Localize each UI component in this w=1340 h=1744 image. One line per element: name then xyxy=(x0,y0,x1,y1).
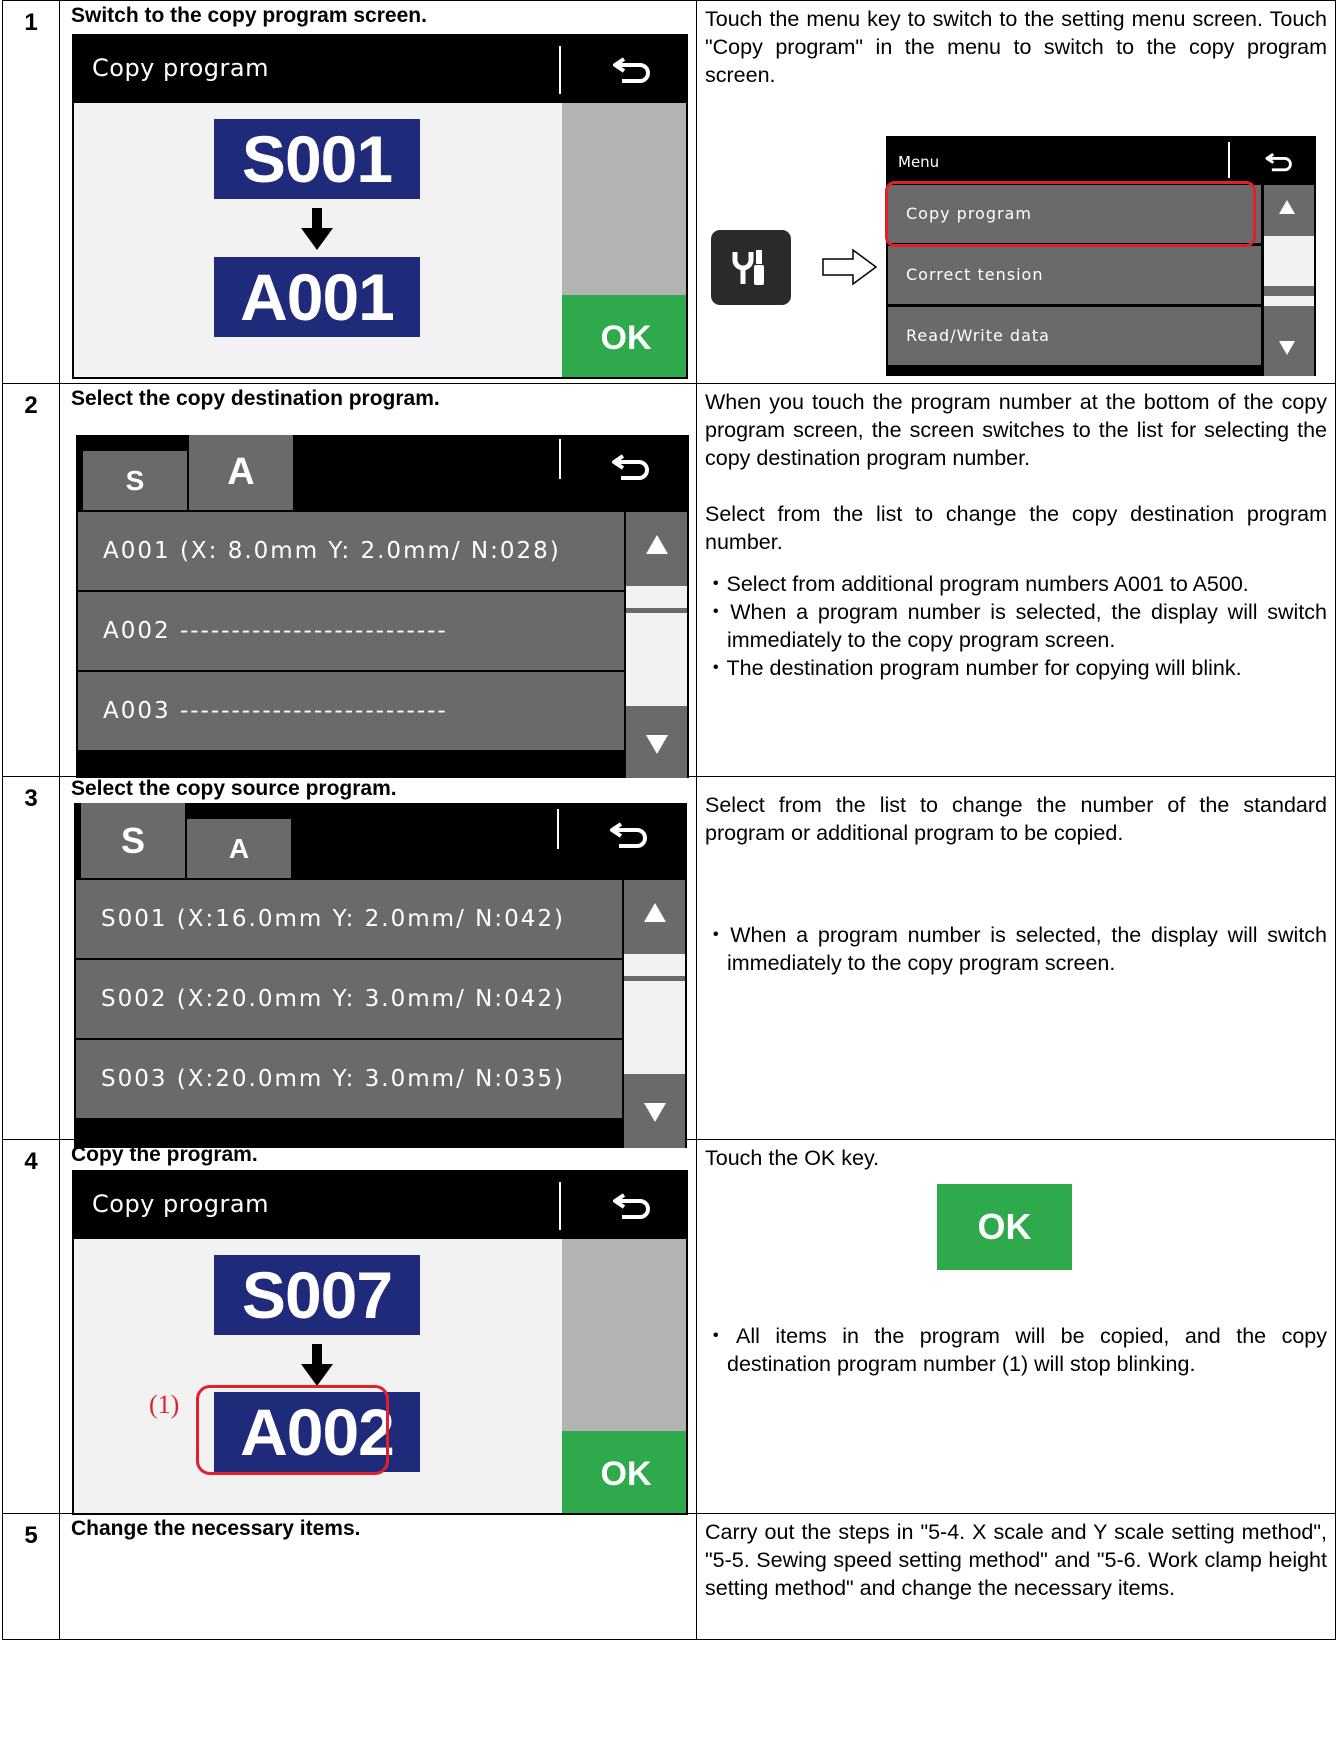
menu-key-tool-icon[interactable] xyxy=(711,230,791,305)
scroll-thumb-edge xyxy=(624,954,685,976)
back-arrow-icon[interactable] xyxy=(611,453,651,481)
copy-source-program[interactable]: S007 xyxy=(214,1255,420,1335)
ok-key-icon: OK xyxy=(937,1184,1072,1270)
scroll-thumb[interactable] xyxy=(626,613,687,706)
step-number: 1 xyxy=(2,0,60,384)
menu-screen: Menu Copy program Correct tension Read/W… xyxy=(885,136,1316,376)
step-4-row: 4 Copy the program. Copy program S007 A0… xyxy=(2,1139,1336,1515)
scroll-down-icon[interactable] xyxy=(644,1103,666,1122)
destination-list-screen: S A A001 (X: 8.0mm Y: 2.0mm/ N:028) A002… xyxy=(76,435,689,778)
step-2-description: When you touch the program number at the… xyxy=(696,383,1336,777)
step-number: 4 xyxy=(2,1139,60,1514)
step-number: 3 xyxy=(2,776,60,1140)
back-arrow-icon[interactable] xyxy=(609,821,649,849)
step-1-description: Touch the menu key to switch to the sett… xyxy=(696,0,1336,384)
header-divider xyxy=(559,46,561,94)
list-item[interactable]: A001 (X: 8.0mm Y: 2.0mm/ N:028) xyxy=(78,512,624,590)
list-item[interactable]: S002 (X:20.0mm Y: 3.0mm/ N:042) xyxy=(76,960,622,1038)
step-title: Switch to the copy program screen. xyxy=(71,4,427,27)
ok-button[interactable]: OK xyxy=(562,1431,686,1513)
scroll-thumb[interactable] xyxy=(624,981,685,1074)
list-item[interactable]: A002 -------------------------- xyxy=(78,592,624,670)
step-3-row: 3 Select the copy source program. S A S0… xyxy=(2,776,1336,1148)
tab-s[interactable]: S xyxy=(83,451,187,510)
back-arrow-icon[interactable] xyxy=(612,1192,652,1220)
description-text: When you touch the program number at the… xyxy=(705,390,1327,470)
step-number: 5 xyxy=(2,1513,60,1640)
screen-title: Copy program xyxy=(92,1190,269,1218)
step-4-figure: Copy the program. Copy program S007 A002… xyxy=(59,1139,697,1515)
back-arrow-icon[interactable] xyxy=(1264,152,1294,172)
bullet-text: ・The destination program number for copy… xyxy=(705,656,1242,680)
bullet-text: ・All items in the program will be copied… xyxy=(705,1324,1327,1376)
description-text: Select from the list to change the copy … xyxy=(705,502,1327,554)
copy-destination-program[interactable]: A001 xyxy=(214,257,420,337)
tab-s-active[interactable]: S xyxy=(81,803,185,878)
screen-header: Copy program xyxy=(74,1172,686,1239)
scroll-area xyxy=(562,103,686,295)
back-arrow-icon[interactable] xyxy=(612,56,652,84)
step-title: Change the necessary items. xyxy=(71,1517,361,1540)
scroll-up-icon[interactable] xyxy=(1279,200,1295,214)
copy-source-program[interactable]: S001 xyxy=(214,119,420,199)
ok-button[interactable]: OK xyxy=(562,295,686,377)
step-1-row: 1 Switch to the copy program screen. Cop… xyxy=(2,0,1336,384)
bullet-text: ・When a program number is selected, the … xyxy=(705,600,1327,652)
step-1-figure: Switch to the copy program screen. Copy … xyxy=(59,0,697,384)
hollow-arrow-right-icon xyxy=(822,248,878,286)
scroll-thumb-edge xyxy=(626,586,687,608)
scroll-up-icon[interactable] xyxy=(646,535,668,554)
step-4-description: Touch the OK key. OK ・All items in the p… xyxy=(696,1139,1336,1514)
bullet-text: ・Select from additional program numbers … xyxy=(705,572,1249,596)
screen-title: Copy program xyxy=(92,54,269,82)
callout-label: (1) xyxy=(149,1390,180,1419)
description-text: Touch the menu key to switch to the sett… xyxy=(705,7,1327,87)
description-text: Carry out the steps in "5-4. X scale and… xyxy=(705,1520,1327,1600)
list-item[interactable]: S003 (X:20.0mm Y: 3.0mm/ N:035) xyxy=(76,1040,622,1118)
scroll-down-icon[interactable] xyxy=(1279,341,1295,355)
step-5-figure: Change the necessary items. xyxy=(59,1513,697,1640)
step-title: Select the copy source program. xyxy=(71,777,397,800)
step-title: Select the copy destination program. xyxy=(71,387,440,410)
menu-item-correct-tension[interactable]: Correct tension xyxy=(888,246,1261,304)
step-2-row: 2 Select the copy destination program. S… xyxy=(2,383,1336,778)
header-divider xyxy=(559,1182,561,1230)
scroll-area xyxy=(562,1239,686,1431)
bullet-text: ・When a program number is selected, the … xyxy=(705,923,1327,975)
menu-item-read-write-data[interactable]: Read/Write data xyxy=(888,307,1261,365)
scroll-up-icon[interactable] xyxy=(644,903,666,922)
step-5-row: 5 Change the necessary items. Carry out … xyxy=(2,1513,1336,1640)
screen-header: Copy program xyxy=(74,36,686,103)
list-item[interactable]: A003 -------------------------- xyxy=(78,672,624,750)
tab-a[interactable]: A xyxy=(187,819,291,878)
copy-program-screen: Copy program S001 A001 OK xyxy=(72,34,688,379)
list-item[interactable]: S001 (X:16.0mm Y: 2.0mm/ N:042) xyxy=(76,880,622,958)
header-divider xyxy=(557,809,559,849)
step-3-description: Select from the list to change the numbe… xyxy=(696,776,1336,1140)
description-text: Select from the list to change the numbe… xyxy=(705,793,1327,845)
tab-a-active[interactable]: A xyxy=(189,435,293,510)
menu-title: Menu xyxy=(898,153,940,171)
step-number: 2 xyxy=(2,383,60,777)
step-5-description: Carry out the steps in "5-4. X scale and… xyxy=(696,1513,1336,1640)
highlight-ring xyxy=(196,1385,389,1475)
description-text: Touch the OK key. xyxy=(705,1146,880,1170)
scroll-down-icon[interactable] xyxy=(646,735,668,754)
step-3-figure: Select the copy source program. S A S001… xyxy=(59,776,697,1148)
source-list-screen: S A S001 (X:16.0mm Y: 2.0mm/ N:042) S002… xyxy=(74,803,687,1148)
copy-program-screen: Copy program S007 A002 (1) OK xyxy=(72,1170,688,1515)
scroll-thumb-edge xyxy=(1264,296,1314,306)
scroll-thumb[interactable] xyxy=(1264,236,1314,286)
step-title: Copy the program. xyxy=(71,1143,258,1166)
header-divider xyxy=(559,439,561,479)
highlight-ring xyxy=(885,181,1256,247)
header-divider xyxy=(1228,142,1230,178)
step-2-figure: Select the copy destination program. S A… xyxy=(59,383,697,778)
